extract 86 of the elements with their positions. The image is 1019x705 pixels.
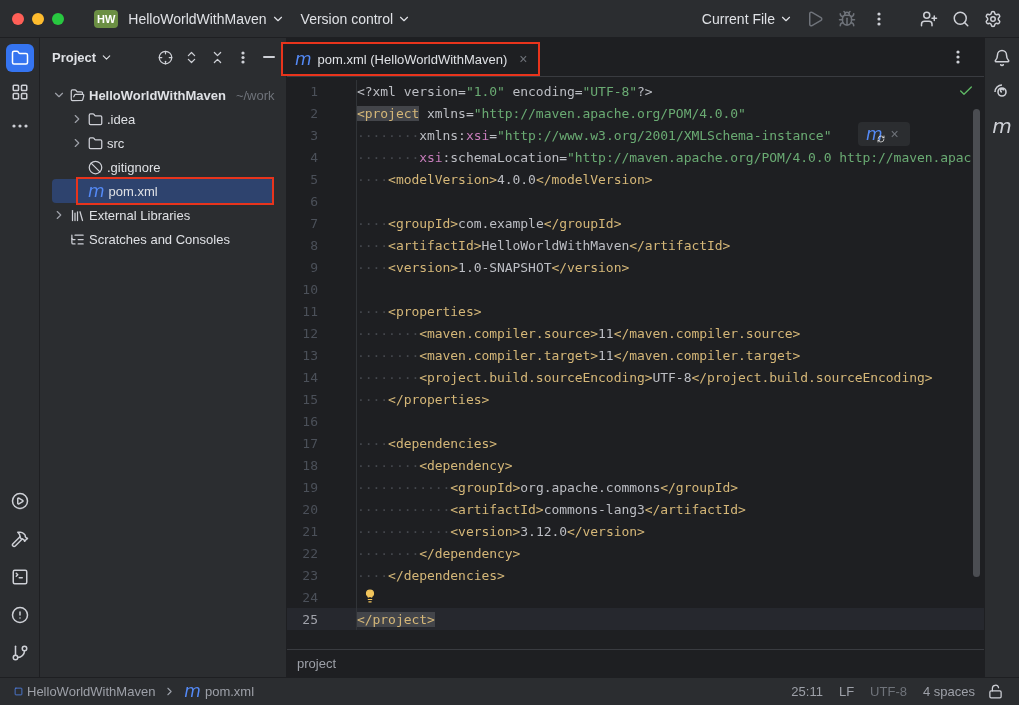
close-window-button[interactable] (12, 12, 24, 25)
tree-label: External Libraries (89, 207, 191, 223)
folder-icon (88, 135, 103, 151)
scratches-icon (70, 231, 85, 247)
code-line: <project xmlns="http://maven.apache.org/POM/4.0.0" (357, 105, 746, 121)
code-line: ········<maven.compiler.target>11</maven.compiler.target> (357, 347, 801, 363)
status-item[interactable]: 25:11 (783, 684, 831, 699)
crosshair-icon (157, 49, 173, 65)
library-icon (70, 207, 85, 223)
path-crumb[interactable]: HelloWorldWithMaven (14, 684, 156, 699)
code-line: ····<properties> (357, 303, 482, 319)
lightbulb-icon[interactable] (363, 589, 377, 603)
breadcrumb[interactable]: project (297, 656, 337, 671)
tree-label: .gitignore (107, 159, 161, 175)
code-line: ····</properties> (357, 391, 490, 407)
module-icon (14, 687, 23, 696)
code-line: ····</dependencies> (357, 567, 505, 583)
search-icon (952, 9, 970, 28)
code-line: ············<artifactId>commons-lang3</artifactId> (357, 501, 746, 517)
selected-tree-item[interactable]: m pom.xml (52, 179, 274, 203)
vcs-menu[interactable]: Version control (294, 6, 418, 31)
code-line: ····<version>1.0-SNAPSHOT</version> (357, 259, 630, 275)
code-line: ········<maven.compiler.source>11</maven.compiler.source> (357, 325, 801, 341)
code-line: <?xml version="1.0" encoding="UTF-8"?> (357, 83, 653, 99)
ignore-icon (88, 159, 103, 175)
gear-icon (984, 9, 1002, 28)
folder-icon (10, 49, 29, 67)
tree-label: pom.xml (108, 183, 158, 199)
add-user-icon (920, 9, 938, 28)
code-line: ····<artifactId>HelloWorldWithMaven</artifactId> (357, 237, 731, 253)
maven-reload-button[interactable]: m (866, 125, 883, 143)
tree-item[interactable]: src (52, 131, 274, 155)
tree-item[interactable]: .idea (52, 107, 274, 131)
terminal-icon (10, 568, 29, 586)
play-icon (806, 9, 824, 28)
branch-icon (10, 644, 29, 662)
grid-icon (10, 83, 29, 101)
hammer-icon (10, 530, 29, 548)
status-item[interactable]: LF (830, 684, 863, 699)
bug-icon (838, 9, 856, 28)
code-line: ········xsi:schemaLocation="http://maven.apache.org/POM/4.0.0 http://maven.apac (357, 149, 972, 165)
folder-icon (88, 111, 103, 127)
more-icon (956, 50, 960, 64)
tree-item[interactable]: .gitignore (52, 155, 274, 179)
code-line: ········</dependency> (357, 545, 521, 561)
maximize-window-button[interactable] (52, 12, 64, 25)
module-icon (70, 87, 85, 103)
code-line: ········<dependency> (357, 457, 513, 473)
maven-tool-button[interactable]: m (988, 112, 1016, 140)
alert-icon (10, 606, 29, 624)
line-number: 25 (301, 611, 318, 627)
code-line: ····<dependencies> (357, 435, 497, 451)
bell-icon (993, 49, 1011, 67)
tree-item[interactable]: Scratches and Consoles (52, 227, 274, 251)
project-view-menu[interactable]: Project (52, 49, 114, 65)
tree-item[interactable]: HelloWorldWithMaven ~/work (52, 83, 274, 107)
more-icon (877, 11, 881, 26)
editor-tab[interactable]: m pom.xml (HelloWorldWithMaven) × (281, 42, 540, 76)
project-tool-button[interactable] (5, 44, 34, 72)
minus-icon (263, 56, 275, 58)
minimize-window-button[interactable] (32, 12, 44, 25)
tree-label: .idea (107, 111, 136, 127)
maven-icon: m (88, 182, 105, 200)
path-hint: ~/work (235, 87, 275, 103)
path-crumb[interactable]: m pom.xml (184, 683, 255, 700)
code-line: ············<version>3.12.0</version> (357, 523, 645, 539)
play-icon (10, 492, 29, 510)
lock-icon (987, 684, 1003, 699)
project-badge: HW (94, 9, 119, 28)
code-line: ········<project.build.sourceEncoding>UTF-8</project.build.sourceEncoding> (357, 369, 933, 385)
run-config-menu[interactable]: Current File (695, 6, 799, 31)
code-line: ····<groupId>com.example</groupId> (357, 215, 622, 231)
project-menu[interactable]: HelloWorldWithMaven (122, 6, 291, 31)
code-line: ········xmlns:xsi="http://www.w3.org/2001/XMLSchema-instance" (357, 127, 832, 143)
tree-label: Scratches and Consoles (89, 231, 230, 247)
close-tab-button[interactable]: × (519, 51, 528, 67)
code-line: ············<groupId>org.apache.commons</groupId> (357, 479, 739, 495)
code-line: ····<modelVersion>4.0.0</modelVersion> (357, 171, 653, 187)
tree-item[interactable]: External Libraries (52, 203, 274, 227)
tree-label: HelloWorldWithMaven (89, 87, 226, 103)
tree-label: src (107, 135, 125, 151)
scrollbar-thumb[interactable] (973, 109, 980, 577)
more-icon (241, 50, 245, 64)
more-icon (11, 124, 28, 128)
maven-icon: m (295, 50, 312, 68)
status-item[interactable]: 4 spaces (914, 684, 983, 699)
